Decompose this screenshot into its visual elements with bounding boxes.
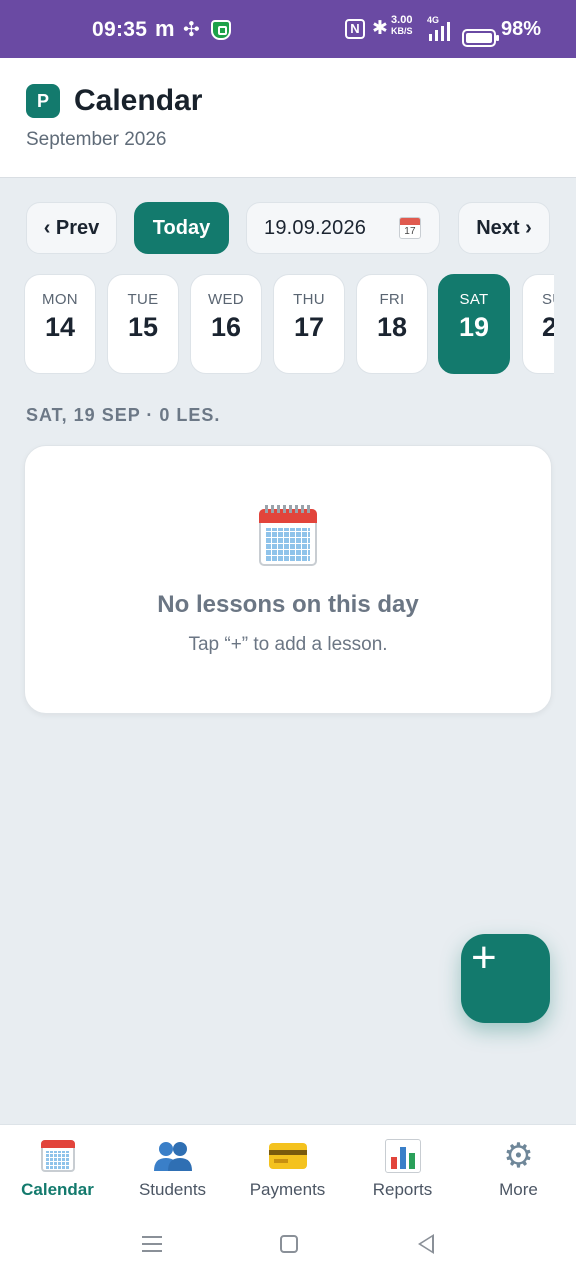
bluetooth-icon: ✱ [372, 18, 388, 39]
day-sun[interactable]: SU 2 [522, 274, 554, 374]
nav-label: Payments [249, 1180, 326, 1199]
day-date: 17 [293, 312, 325, 342]
day-sat-selected[interactable]: SAT 19 [438, 274, 510, 374]
day-strip: MON 14 TUE 15 WED 16 THU 17 FRI 18 SAT 1… [24, 274, 554, 374]
recent-apps-icon[interactable] [142, 1236, 162, 1252]
day-name: TUE [127, 291, 159, 308]
nav-payments[interactable]: Payments [230, 1137, 345, 1200]
page-title: Calendar [74, 84, 203, 117]
calendar-icon: 17 [399, 217, 421, 239]
date-value: 19.09.2026 [264, 216, 367, 239]
network-speed: 3.00 KB/S [391, 14, 413, 37]
day-name: WED [208, 291, 244, 308]
day-date: 16 [210, 312, 242, 342]
app-header: P Calendar September 2026 [0, 58, 576, 178]
nav-label: Calendar [21, 1180, 94, 1199]
day-date: 15 [127, 312, 159, 342]
plus-icon: + [471, 933, 497, 982]
gear-icon: ⚙ [503, 1137, 534, 1176]
day-date: 14 [44, 312, 76, 342]
battery-percent: 98% [501, 18, 542, 40]
nav-more[interactable]: ⚙ More [461, 1137, 576, 1200]
page-subtitle: September 2026 [26, 129, 167, 150]
students-icon [115, 1137, 230, 1173]
signal-icon: 4G [427, 15, 450, 41]
system-nav-bar [0, 1212, 576, 1280]
calendar-icon [0, 1137, 115, 1173]
pinwheel-icon: ✣ [183, 19, 200, 41]
nav-label: Students [138, 1180, 207, 1199]
home-icon[interactable] [280, 1235, 298, 1253]
day-name: FRI [379, 291, 405, 308]
day-name: THU [293, 291, 325, 308]
app-logo: P [26, 84, 60, 118]
day-tue[interactable]: TUE 15 [107, 274, 179, 374]
empty-state-subtitle: Tap “+” to add a lesson. [188, 634, 388, 655]
next-button[interactable]: Next › [458, 202, 550, 254]
bottom-nav: Calendar Students Payments Reports ⚙ Mor [0, 1124, 576, 1212]
nav-reports[interactable]: Reports [345, 1137, 460, 1200]
day-date: 18 [376, 312, 408, 342]
add-lesson-button[interactable]: + [461, 933, 550, 1023]
nav-label: Reports [372, 1180, 433, 1199]
battery-icon [462, 29, 499, 47]
day-name: SU [542, 291, 554, 308]
status-time: 09:35 [92, 18, 148, 41]
section-label: SAT, 19 SEP · 0 LES. [26, 405, 221, 425]
nav-students[interactable]: Students [115, 1137, 230, 1200]
nav-calendar[interactable]: Calendar [0, 1137, 115, 1200]
back-icon[interactable] [418, 1234, 434, 1254]
today-button[interactable]: Today [134, 202, 229, 254]
bar-chart-icon [345, 1137, 460, 1174]
status-bar: 09:35 m ✣ N ✱ 3.00 KB/S 4G 98% [0, 0, 576, 58]
prev-button[interactable]: ‹ Prev [26, 202, 117, 254]
day-name: SAT [459, 291, 489, 308]
nfc-icon: N [345, 19, 365, 39]
credit-card-icon [230, 1137, 345, 1173]
calendar-icon [259, 505, 317, 566]
svg-text:4G: 4G [427, 15, 439, 25]
day-date: 19 [458, 312, 490, 342]
day-name: MON [42, 291, 78, 308]
empty-state-card: No lessons on this day Tap “+” to add a … [24, 445, 552, 714]
date-picker-field[interactable]: 19.09.2026 17 [246, 202, 440, 254]
day-fri[interactable]: FRI 18 [356, 274, 428, 374]
carrier-icon: m [155, 16, 175, 41]
day-thu[interactable]: THU 17 [273, 274, 345, 374]
nav-label: More [499, 1180, 538, 1199]
vpn-shield-icon [211, 20, 231, 40]
empty-state-title: No lessons on this day [157, 591, 419, 618]
day-wed[interactable]: WED 16 [190, 274, 262, 374]
day-mon[interactable]: MON 14 [24, 274, 96, 374]
day-date: 2 [542, 312, 554, 342]
